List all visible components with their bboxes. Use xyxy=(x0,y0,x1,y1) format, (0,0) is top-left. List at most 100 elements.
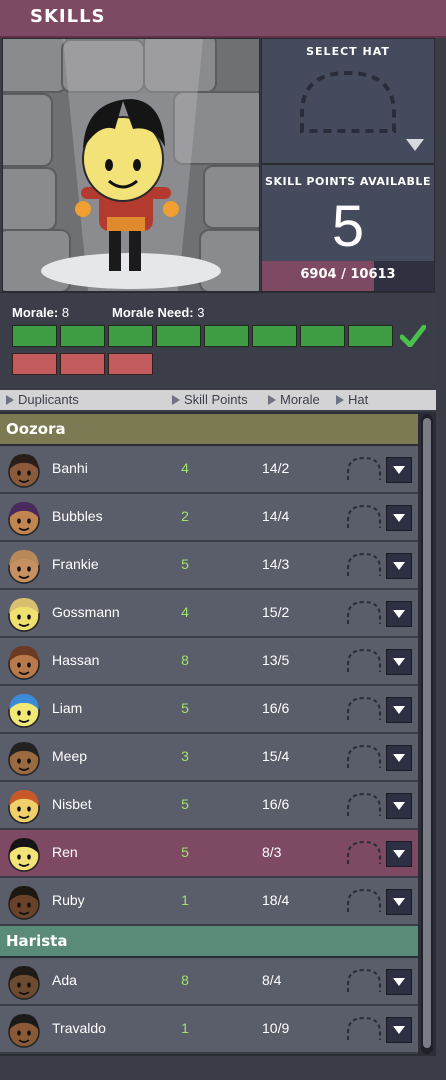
duplicant-morale: 16/6 xyxy=(262,700,290,716)
empty-hat-icon xyxy=(347,1016,381,1040)
duplicant-morale: 13/5 xyxy=(262,652,290,668)
duplicant-row[interactable]: Nisbet 5 16/6 xyxy=(0,782,418,830)
hat-dropdown-button[interactable] xyxy=(386,697,412,723)
duplicant-row[interactable]: Travaldo 1 10/9 xyxy=(0,1006,418,1054)
hat-dropdown-button[interactable] xyxy=(386,969,412,995)
duplicant-avatar xyxy=(8,966,40,1000)
duplicant-morale: 16/6 xyxy=(262,796,290,812)
duplicant-row[interactable]: Meep 3 15/4 xyxy=(0,734,418,782)
hat-dropdown-button[interactable] xyxy=(386,649,412,675)
empty-hat-icon xyxy=(347,648,381,672)
duplicant-morale: 10/9 xyxy=(262,1020,290,1036)
duplicant-row[interactable]: Banhi 4 14/2 xyxy=(0,446,418,494)
skill-points-value: 5 xyxy=(331,194,365,259)
duplicant-morale: 18/4 xyxy=(262,892,290,908)
morale-need-box xyxy=(12,353,57,375)
duplicant-name: Banhi xyxy=(52,460,88,476)
empty-hat-icon xyxy=(347,792,381,816)
duplicant-morale: 14/3 xyxy=(262,556,290,572)
empty-hat-icon xyxy=(347,888,381,912)
morale-need-readout: Morale Need: 3 xyxy=(112,305,205,320)
list-footer xyxy=(0,1056,436,1080)
duplicant-morale: 8/3 xyxy=(262,844,282,860)
hat-dropdown-button[interactable] xyxy=(386,457,412,483)
duplicant-row[interactable]: Frankie 5 14/3 xyxy=(0,542,418,590)
duplicant-avatar xyxy=(8,502,40,536)
duplicant-avatar xyxy=(8,742,40,776)
duplicant-avatar xyxy=(8,694,40,728)
duplicant-morale: 15/2 xyxy=(262,604,290,620)
duplicant-name: Liam xyxy=(52,700,83,716)
morale-header-label: Morale xyxy=(280,392,320,407)
duplicant-row[interactable]: Ren 5 8/3 xyxy=(0,830,418,878)
hat-dropdown-button[interactable] xyxy=(386,505,412,531)
hat-dropdown-button[interactable] xyxy=(386,745,412,771)
sort-hat-header[interactable]: Hat xyxy=(336,392,368,407)
duplicant-name: Frankie xyxy=(52,556,99,572)
hat-dropdown-button[interactable] xyxy=(386,889,412,915)
morale-need-box xyxy=(108,353,153,375)
duplicant-row[interactable]: Ruby 1 18/4 xyxy=(0,878,418,926)
hat-dropdown-icon[interactable] xyxy=(406,139,424,153)
hat-header-label: Hat xyxy=(348,392,369,407)
duplicant-row[interactable]: Ada 8 8/4 xyxy=(0,958,418,1006)
sort-arrow-icon xyxy=(6,395,14,405)
empty-hat-icon xyxy=(300,70,396,133)
duplicant-skill-points: 5 xyxy=(181,844,189,860)
morale-readout: Morale: 8 xyxy=(12,305,69,320)
duplicant-morale: 14/4 xyxy=(262,508,290,524)
duplicant-portrait xyxy=(2,38,260,292)
hat-dropdown-button[interactable] xyxy=(386,601,412,627)
duplicant-skill-points: 3 xyxy=(181,748,189,764)
ren-character-illustration xyxy=(41,39,221,291)
skill-points-panel: SKILL POINTS AVAILABLE 5 6904 / 10613 xyxy=(261,164,435,292)
duplicant-skill-points: 5 xyxy=(181,796,189,812)
duplicant-avatar xyxy=(8,598,40,632)
column-header-bar: Duplicants Skill Points Morale Hat xyxy=(0,390,436,410)
morale-need-box xyxy=(60,353,105,375)
hat-dropdown-button[interactable] xyxy=(386,1017,412,1043)
list-scrollbar-thumb[interactable] xyxy=(423,418,431,1048)
empty-hat-icon xyxy=(347,552,381,576)
sort-skill-points-header[interactable]: Skill Points xyxy=(172,392,248,407)
morale-box-filled xyxy=(108,325,153,347)
sort-morale-header[interactable]: Morale xyxy=(268,392,320,407)
duplicant-row[interactable]: Gossmann 4 15/2 xyxy=(0,590,418,638)
sort-arrow-icon xyxy=(336,395,344,405)
select-hat-panel[interactable]: SELECT HAT xyxy=(261,38,435,164)
skill-points-label: SKILL POINTS AVAILABLE xyxy=(265,175,431,188)
duplicant-avatar xyxy=(8,454,40,488)
duplicant-morale: 14/2 xyxy=(262,460,290,476)
duplicant-row[interactable]: Bubbles 2 14/4 xyxy=(0,494,418,542)
duplicant-name: Hassan xyxy=(52,652,100,668)
duplicant-avatar xyxy=(8,550,40,584)
duplicant-row[interactable]: Liam 5 16/6 xyxy=(0,686,418,734)
hat-dropdown-button[interactable] xyxy=(386,793,412,819)
duplicant-name: Nisbet xyxy=(52,796,92,812)
duplicant-skill-points: 4 xyxy=(181,460,189,476)
duplicant-skill-points: 1 xyxy=(181,892,189,908)
hat-dropdown-button[interactable] xyxy=(386,841,412,867)
empty-hat-icon xyxy=(347,456,381,480)
empty-hat-icon xyxy=(347,504,381,528)
duplicant-avatar xyxy=(8,886,40,920)
duplicant-skill-points: 8 xyxy=(181,652,189,668)
group-header[interactable]: Harista xyxy=(0,926,418,956)
sort-duplicants-header[interactable]: Duplicants xyxy=(6,392,79,407)
hat-dropdown-button[interactable] xyxy=(386,553,412,579)
skill-points-header-label: Skill Points xyxy=(184,392,248,407)
empty-hat-icon xyxy=(347,968,381,992)
empty-hat-icon xyxy=(347,696,381,720)
morale-box-filled xyxy=(12,325,57,347)
duplicant-skill-points: 2 xyxy=(181,508,189,524)
group-name: Harista xyxy=(6,932,68,950)
experience-text: 6904 / 10613 xyxy=(300,267,396,282)
duplicant-skill-points: 5 xyxy=(181,700,189,716)
duplicant-name: Travaldo xyxy=(52,1020,106,1036)
group-header[interactable]: Oozora xyxy=(0,414,418,444)
morale-box-filled xyxy=(300,325,345,347)
duplicant-skill-points: 8 xyxy=(181,972,189,988)
experience-bar: 6904 / 10613 xyxy=(262,261,434,291)
morale-box-filled xyxy=(348,325,393,347)
duplicant-row[interactable]: Hassan 8 13/5 xyxy=(0,638,418,686)
